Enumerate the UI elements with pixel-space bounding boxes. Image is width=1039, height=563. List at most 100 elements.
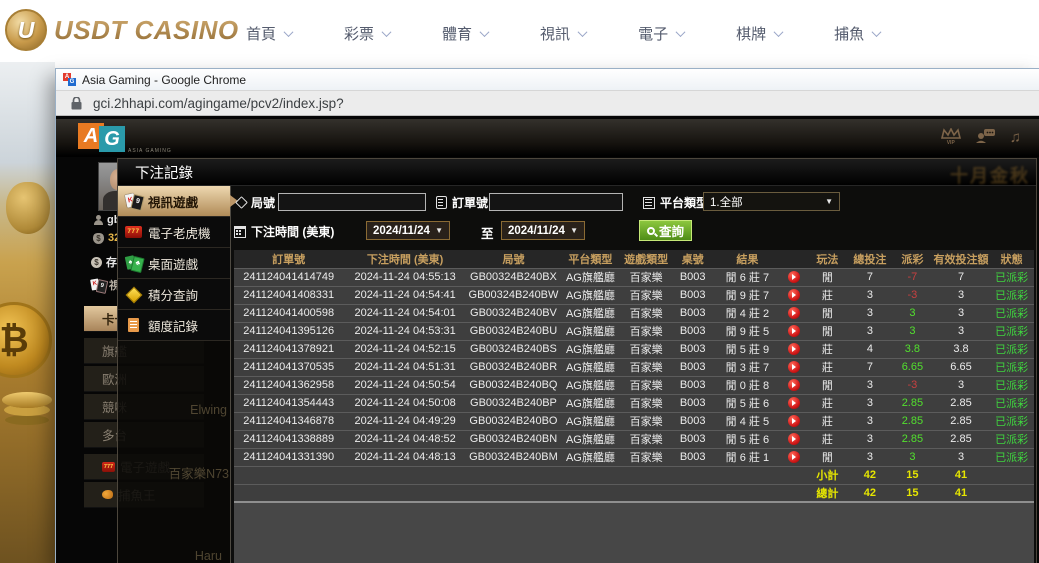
cell-valid: 2.85 — [933, 430, 990, 448]
search-button[interactable]: 查詢 — [639, 220, 692, 241]
play-video-button[interactable] — [788, 415, 800, 427]
order-input[interactable] — [489, 193, 623, 211]
list-icon — [643, 197, 655, 209]
cell-empty — [621, 484, 672, 502]
cell: 2024-11-24 04:48:52 — [343, 430, 467, 448]
nav-item-6[interactable]: 棋牌 — [736, 23, 782, 44]
chevron-down-icon — [284, 27, 294, 37]
play-video-button[interactable] — [788, 397, 800, 409]
cell: GB00324B240BQ — [467, 376, 560, 394]
cell: AG旗艦廳 — [560, 340, 621, 358]
cell: GB00324B240BV — [467, 304, 560, 322]
round-input[interactable] — [278, 193, 426, 211]
cell-empty — [560, 466, 621, 484]
cell-payout: 3 — [892, 304, 933, 322]
platform-select[interactable]: 1.全部 — [703, 192, 840, 211]
status-badge: 已派彩 — [989, 358, 1034, 376]
platform-value: 1.全部 — [710, 194, 821, 210]
nav-label: 視訊 — [540, 23, 570, 44]
play-video-button[interactable] — [788, 361, 800, 373]
modal-menu-item-2[interactable]: 電子老虎機 — [118, 217, 230, 248]
cell: 2024-11-24 04:54:41 — [343, 286, 467, 304]
cell: 百家樂 — [621, 340, 672, 358]
play-video-button[interactable] — [788, 433, 800, 445]
cell: GB00324B240BN — [467, 430, 560, 448]
cell: B003 — [671, 304, 714, 322]
brand-logo[interactable]: U USDT CASINO — [5, 9, 239, 51]
cell-empty — [671, 466, 714, 484]
cell: B003 — [671, 448, 714, 466]
date-to-select[interactable]: 2024/11/24 — [501, 221, 585, 240]
cell-valid: 7 — [933, 268, 990, 286]
cell-total: 3 — [848, 376, 893, 394]
cell-play — [781, 430, 807, 448]
music-icon[interactable]: ♫ — [1010, 129, 1021, 146]
ag-page: A G ASIA GAMING VIP ♫ gbad $32.5 $存款 視 卡… — [56, 116, 1039, 563]
cell-empty — [621, 466, 672, 484]
cell-valid: 2.85 — [933, 394, 990, 412]
usdt-coin-logo-icon: U — [5, 9, 47, 51]
cell-valid: 3 — [933, 304, 990, 322]
subtotal-total: 42 — [848, 466, 893, 484]
cell-total: 7 — [848, 358, 893, 376]
play-video-button[interactable] — [788, 289, 800, 301]
nav-item-4[interactable]: 視訊 — [540, 23, 586, 44]
total-total: 42 — [848, 484, 893, 502]
table-row: 2411240414005982024-11-24 04:54:01GB0032… — [234, 304, 1034, 322]
cell-empty — [989, 466, 1034, 484]
nav-item-7[interactable]: 捕魚 — [834, 23, 880, 44]
status-badge: 已派彩 — [989, 376, 1034, 394]
column-header: 局號 — [467, 250, 560, 268]
modal-menu-item-1[interactable]: 視訊遊戲 — [118, 186, 230, 217]
cell: 閒 6 莊 7 — [714, 268, 781, 286]
cell-bet-on: 莊 — [807, 286, 848, 304]
cell: AG旗艦廳 — [560, 322, 621, 340]
nav-item-1[interactable]: 首頁 — [246, 23, 292, 44]
tag-icon — [235, 196, 248, 209]
nav-item-2[interactable]: 彩票 — [344, 23, 390, 44]
cell: AG旗艦廳 — [560, 268, 621, 286]
cell-play — [781, 286, 807, 304]
nav-label: 首頁 — [246, 23, 276, 44]
calendar-icon — [234, 226, 246, 238]
cell-payout: 3 — [892, 322, 933, 340]
modal-menu-item-4[interactable]: 積分查詢 — [118, 279, 230, 310]
cell-empty — [343, 466, 467, 484]
url-bar[interactable]: gci.2hhapi.com/agingame/pcv2/index.jsp? — [56, 90, 1039, 116]
subtotal-payout: 15 — [892, 466, 933, 484]
nav-label: 彩票 — [344, 23, 374, 44]
column-header: 平台類型 — [560, 250, 621, 268]
modal-menu-item-5[interactable]: 額度記錄 — [118, 310, 230, 341]
play-video-button[interactable] — [788, 271, 800, 283]
cell-empty — [234, 466, 343, 484]
cell-bet-on: 閒 — [807, 448, 848, 466]
window-titlebar[interactable]: AG Asia Gaming - Google Chrome — [56, 69, 1039, 90]
column-header: 狀態 — [989, 250, 1034, 268]
table-body: 2411240414147492024-11-24 04:55:13GB0032… — [234, 268, 1034, 466]
nav-item-3[interactable]: 體育 — [442, 23, 488, 44]
cell: 閒 5 莊 6 — [714, 394, 781, 412]
vip-icon[interactable]: VIP — [941, 128, 961, 145]
play-video-button[interactable] — [788, 325, 800, 337]
cell: AG旗艦廳 — [560, 376, 621, 394]
ag-logo[interactable]: A G ASIA GAMING — [78, 123, 168, 155]
nav-label: 電子 — [638, 23, 668, 44]
column-header — [781, 250, 807, 268]
status-badge: 已派彩 — [989, 286, 1034, 304]
round-label: 局號 — [251, 194, 275, 211]
cell: 2024-11-24 04:48:13 — [343, 448, 467, 466]
customer-service-icon[interactable] — [975, 128, 996, 143]
deposit-icon: $ — [91, 257, 102, 268]
play-video-button[interactable] — [788, 307, 800, 319]
modal-menu-item-3[interactable]: 桌面遊戲 — [118, 248, 230, 279]
cell-empty — [781, 484, 807, 502]
play-video-button[interactable] — [788, 379, 800, 391]
date-from-select[interactable]: 2024/11/24 — [366, 221, 450, 240]
cell: 2024-11-24 04:51:31 — [343, 358, 467, 376]
nav-item-5[interactable]: 電子 — [638, 23, 684, 44]
play-video-button[interactable] — [788, 343, 800, 355]
play-video-button[interactable] — [788, 451, 800, 463]
cell: B003 — [671, 430, 714, 448]
video-row[interactable]: 視 — [91, 277, 120, 293]
cell: 百家樂 — [621, 430, 672, 448]
